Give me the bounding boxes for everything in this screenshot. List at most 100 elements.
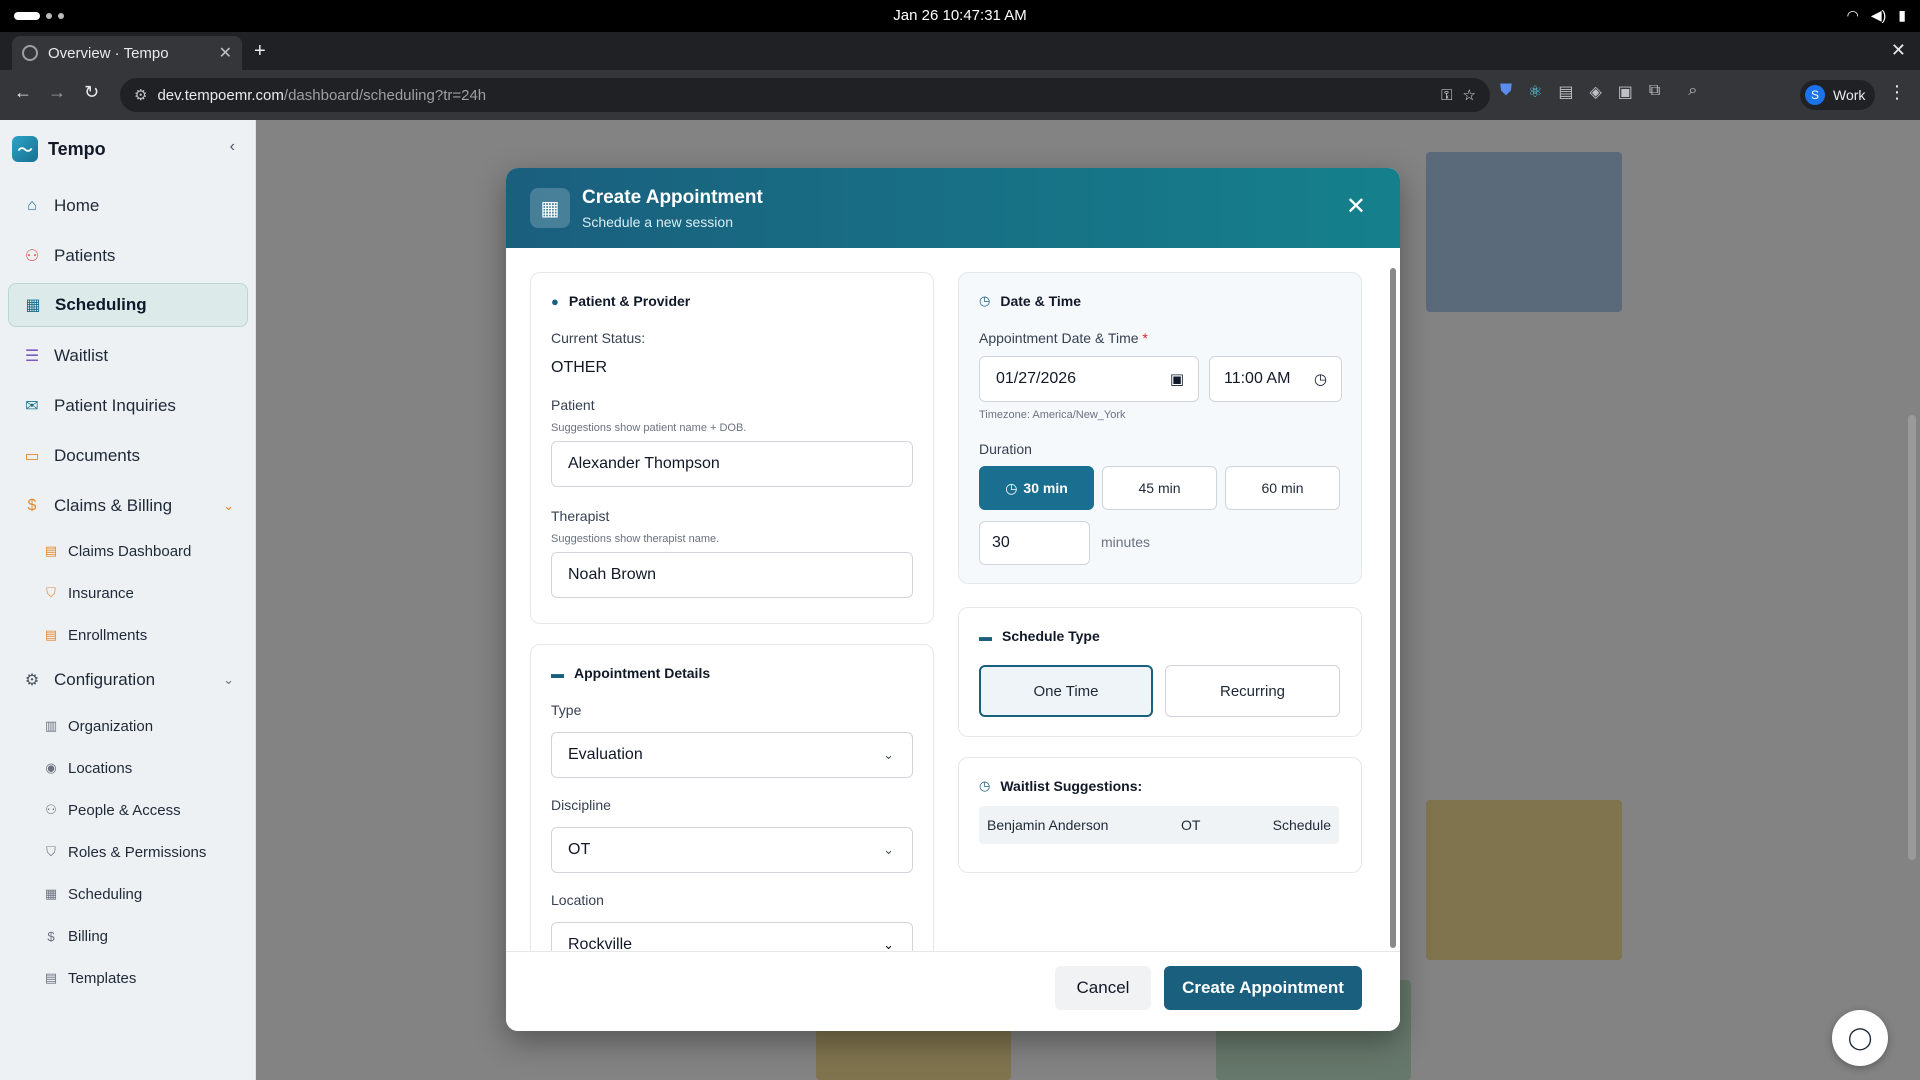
sidebar-subitem-locations[interactable]: ◉ Locations xyxy=(44,753,132,783)
sidebar-subitem-label: Roles & Permissions xyxy=(68,843,207,861)
therapist-input-value: Noah Brown xyxy=(568,566,657,583)
home-icon: ⌂ xyxy=(27,197,37,214)
building-icon: ▥ xyxy=(44,718,58,733)
sidebar-subitem-people-access[interactable]: ⚇ People & Access xyxy=(44,795,180,825)
close-icon[interactable]: ✕ xyxy=(1346,192,1366,221)
sidebar-subitem-label: Insurance xyxy=(68,584,134,602)
brand-name: Tempo xyxy=(48,138,106,159)
calendar-icon: ▦ xyxy=(530,188,570,228)
time-input-value: 11:00 AM xyxy=(1224,370,1291,387)
back-icon[interactable]: ← xyxy=(14,82,32,103)
date-time-card: ◷ Date & Time Appointment Date & Time * … xyxy=(958,272,1362,584)
volume-icon: ◀) xyxy=(1870,7,1887,23)
sidebar-item-documents[interactable]: ▭ Documents xyxy=(8,434,248,478)
password-key-icon[interactable]: ⚿ xyxy=(1441,87,1452,104)
chevron-down-icon: ⌄ xyxy=(883,842,894,857)
calendar-picker-icon[interactable]: ▣ xyxy=(1170,370,1184,388)
page-scrollbar[interactable] xyxy=(1908,415,1916,860)
window-close-button[interactable]: ✕ xyxy=(1891,40,1906,61)
patient-input-value: Alexander Thompson xyxy=(568,455,720,472)
card-heading-label: Schedule Type xyxy=(1002,628,1100,644)
sidebar-subitem-billing[interactable]: $ Billing xyxy=(44,921,108,951)
duration-option-label: 60 min xyxy=(1261,480,1304,496)
waitlist-schedule-link[interactable]: Schedule xyxy=(1273,817,1331,833)
sidebar-subitem-roles-permissions[interactable]: ⛉ Roles & Permissions xyxy=(44,837,206,867)
brand[interactable]: 〜 Tempo xyxy=(12,136,106,162)
reload-icon[interactable]: ↻ xyxy=(84,82,99,103)
modal-footer: Cancel Create Appointment xyxy=(506,951,1400,1031)
schedule-option-label: One Time xyxy=(1033,682,1099,700)
billing-icon: $ xyxy=(27,497,37,514)
calendar-icon: ▦ xyxy=(25,297,41,314)
sidebar-item-label: Home xyxy=(54,196,100,215)
sidebar-item-patients[interactable]: ⚇ Patients xyxy=(8,234,248,278)
browser-tab[interactable]: Overview · Tempo ✕ xyxy=(12,36,242,70)
discipline-select[interactable]: OT ⌄ xyxy=(551,827,913,873)
chevron-down-icon: ⌄ xyxy=(883,937,894,951)
table-extension-icon[interactable]: ▤ xyxy=(1558,82,1573,102)
type-select[interactable]: Evaluation ⌄ xyxy=(551,732,913,778)
date-input[interactable]: 01/27/2026 ▣ xyxy=(979,356,1199,402)
tempo-logo-icon: 〜 xyxy=(12,136,38,162)
sidebar-subitem-templates[interactable]: ▤ Templates xyxy=(44,963,137,993)
tag-extension-icon[interactable]: ◈ xyxy=(1589,82,1601,102)
browser-toolbar: ← → ↻ ⚙ dev.tempoemr.com/dashboard/sched… xyxy=(0,70,1920,120)
close-tab-icon[interactable]: ✕ xyxy=(219,43,232,63)
sidebar-subitem-claims-dashboard[interactable]: ▤ Claims Dashboard xyxy=(44,536,192,566)
duration-30-button[interactable]: ◷ 30 min xyxy=(979,466,1094,510)
collapse-sidebar-icon[interactable]: ‹ xyxy=(230,138,235,156)
react-extension-icon[interactable]: ⚛ xyxy=(1528,82,1542,102)
puzzle-extension-icon[interactable]: ⧉ xyxy=(1649,82,1660,102)
browser-menu-icon[interactable]: ⋮ xyxy=(1888,82,1906,103)
minutes-input[interactable]: 30 xyxy=(979,521,1090,565)
cancel-button[interactable]: Cancel xyxy=(1055,966,1151,1010)
duration-45-button[interactable]: 45 min xyxy=(1102,466,1217,510)
profile-button[interactable]: S Work xyxy=(1800,80,1876,110)
sidebar-subitem-scheduling[interactable]: ▦ Scheduling xyxy=(44,879,142,909)
schedule-recurring-button[interactable]: Recurring xyxy=(1165,665,1340,717)
sidebar-item-scheduling[interactable]: ▦ Scheduling xyxy=(8,283,248,327)
therapist-input[interactable]: Noah Brown xyxy=(551,552,913,598)
location-select[interactable]: Rockville ⌄ xyxy=(551,922,913,951)
modal-scrollbar[interactable] xyxy=(1390,268,1396,948)
url-path: /dashboard/scheduling?tr=24h xyxy=(283,86,487,104)
chat-bubble-icon[interactable]: ◯ xyxy=(1832,1010,1888,1066)
sidebar-subitem-organization[interactable]: ▥ Organization xyxy=(44,711,153,741)
sidebar-subitem-insurance[interactable]: ⛉ Insurance xyxy=(44,578,134,608)
create-appointment-button[interactable]: Create Appointment xyxy=(1164,966,1362,1010)
duration-option-label: 45 min xyxy=(1138,480,1181,496)
clock-icon[interactable]: ◷ xyxy=(1314,370,1327,388)
bookmark-star-icon[interactable]: ☆ xyxy=(1463,86,1476,104)
forward-icon[interactable]: → xyxy=(48,82,66,103)
sidebar-subitem-enrollments[interactable]: ▤ Enrollments xyxy=(44,620,147,650)
tab-search-icon[interactable]: ⌕ xyxy=(1688,82,1697,102)
calendar-icon: ▦ xyxy=(44,886,58,901)
code-extension-icon[interactable]: ▣ xyxy=(1618,82,1633,102)
location-select-value: Rockville xyxy=(568,936,633,951)
date-time-label-text: Appointment Date & Time xyxy=(979,330,1139,346)
waitlist-row: Benjamin Anderson OT Schedule xyxy=(979,806,1339,844)
schedule-one-time-button[interactable]: One Time xyxy=(979,665,1153,717)
duration-60-button[interactable]: 60 min xyxy=(1225,466,1340,510)
sidebar-item-waitlist[interactable]: ☰ Waitlist xyxy=(8,334,248,378)
address-bar[interactable]: ⚙ dev.tempoemr.com/dashboard/scheduling?… xyxy=(120,78,1490,112)
tab-strip: Overview · Tempo ✕ + ✕ xyxy=(0,32,1920,70)
patient-input[interactable]: Alexander Thompson xyxy=(551,441,913,487)
sidebar-subitem-label: Organization xyxy=(68,717,154,735)
modal-subtitle: Schedule a new session xyxy=(582,214,733,230)
new-tab-button[interactable]: + xyxy=(254,40,266,63)
os-top-bar: Jan 26 10:47:31 AM ◠ ◀) ▮ xyxy=(0,0,1920,32)
therapist-label: Therapist xyxy=(551,508,610,524)
sidebar-item-configuration[interactable]: ⚙ Configuration ⌄ xyxy=(8,658,248,702)
chevron-down-icon: ⌄ xyxy=(883,747,894,762)
card-heading-label: Date & Time xyxy=(1000,293,1082,309)
sidebar-item-claims-billing[interactable]: $ Claims & Billing ⌄ xyxy=(8,484,248,528)
appointment-details-card: ▬ Appointment Details Type Evaluation ⌄ … xyxy=(530,644,934,951)
shield-extension-icon[interactable]: ⛊ xyxy=(1500,82,1512,102)
document-icon: ▤ xyxy=(44,970,58,985)
sidebar-item-home[interactable]: ⌂ Home xyxy=(8,184,248,228)
sidebar-item-patient-inquiries[interactable]: ✉ Patient Inquiries xyxy=(8,384,248,428)
users-icon: ⚇ xyxy=(45,802,57,817)
time-input[interactable]: 11:00 AM ◷ xyxy=(1209,356,1342,402)
site-info-icon[interactable]: ⚙ xyxy=(134,86,147,104)
